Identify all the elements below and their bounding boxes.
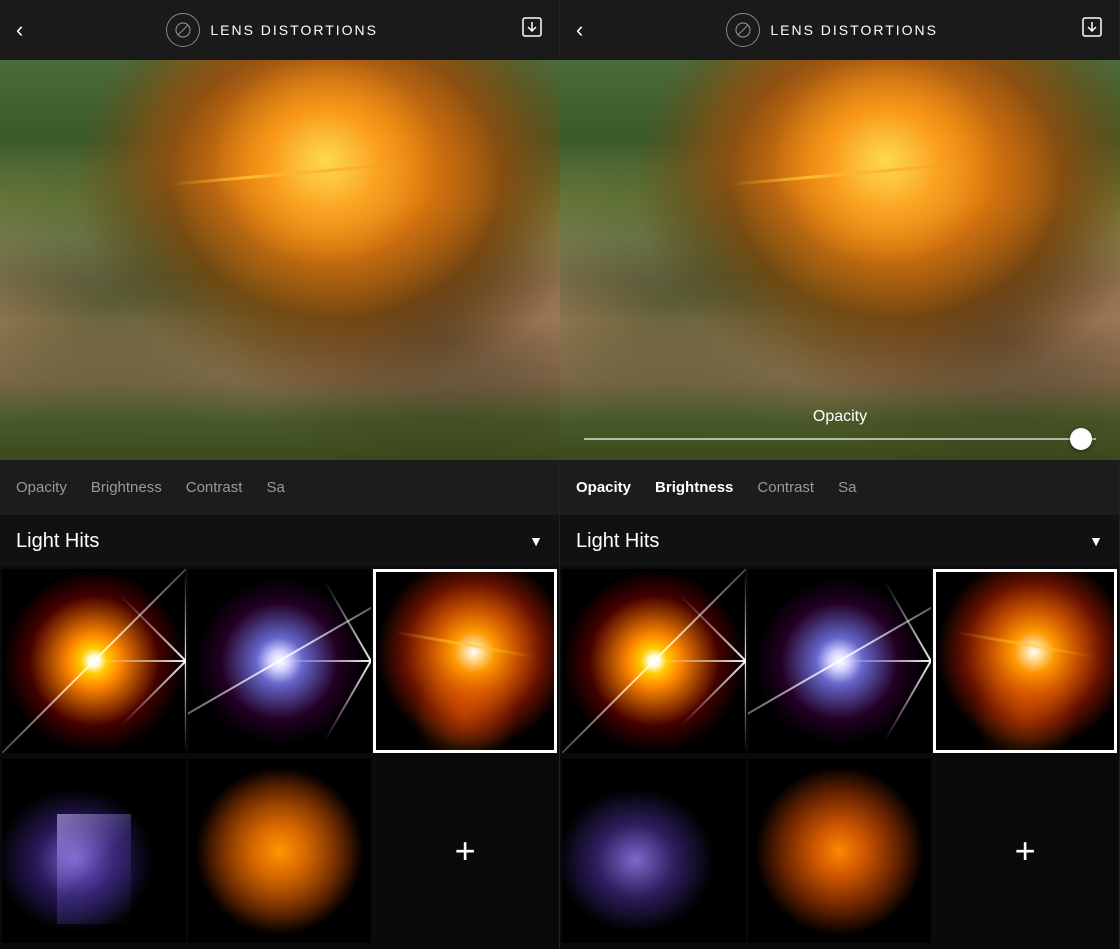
right-effect-3[interactable] (933, 569, 1117, 753)
opacity-label: Opacity (576, 408, 1104, 426)
opacity-slider-track[interactable] (584, 438, 1096, 440)
right-effect-1[interactable] (562, 569, 746, 753)
left-photo-area (0, 60, 560, 460)
right-effect-5[interactable] (748, 759, 932, 943)
right-control-brightness[interactable]: Brightness (643, 479, 745, 496)
right-effect-4[interactable] (562, 759, 746, 943)
right-controls-bar: Opacity Brightness Contrast Sa (560, 460, 1119, 515)
left-effect-1[interactable] (2, 569, 186, 753)
left-control-brightness[interactable]: Brightness (79, 479, 174, 496)
right-effect-2[interactable] (748, 569, 932, 753)
left-dropdown-icon[interactable]: ▼ (529, 533, 543, 549)
left-effects-grid: + (0, 567, 559, 949)
right-panel: ‹ LENS DISTORTIONS Opacity (560, 0, 1120, 949)
right-effect-add[interactable]: + (933, 759, 1117, 943)
left-effect-2[interactable] (188, 569, 372, 753)
left-photo-bg (0, 60, 560, 460)
left-logo-icon (166, 13, 200, 47)
left-light-hits-section: Light Hits ▼ + (0, 515, 559, 949)
left-header: ‹ LENS DISTORTIONS (0, 0, 559, 60)
left-light-hits-header[interactable]: Light Hits ▼ (0, 515, 559, 567)
left-back-button[interactable]: ‹ (16, 19, 23, 41)
opacity-overlay: Opacity (560, 392, 1120, 460)
left-panel: ‹ LENS DISTORTIONS Opacity Brightness Co… (0, 0, 560, 949)
left-effect-5[interactable] (188, 759, 372, 943)
left-control-contrast[interactable]: Contrast (174, 479, 255, 496)
left-light-hits-title: Light Hits (16, 530, 99, 553)
right-effects-grid: + (560, 567, 1119, 949)
right-light-hits-header[interactable]: Light Hits ▼ (560, 515, 1119, 567)
left-effect-4[interactable] (2, 759, 186, 943)
right-add-icon: + (1015, 833, 1036, 869)
right-logo-icon (726, 13, 760, 47)
right-light-hits-section: Light Hits ▼ + (560, 515, 1119, 949)
left-control-opacity[interactable]: Opacity (4, 479, 79, 496)
left-download-button[interactable] (521, 16, 543, 44)
right-back-button[interactable]: ‹ (576, 19, 583, 41)
right-light-hits-title: Light Hits (576, 530, 659, 553)
right-photo-area: Opacity (560, 60, 1120, 460)
left-controls-bar: Opacity Brightness Contrast Sa (0, 460, 559, 515)
right-header-center: LENS DISTORTIONS (726, 13, 938, 47)
right-download-button[interactable] (1081, 16, 1103, 44)
left-effect-3[interactable] (373, 569, 557, 753)
right-control-opacity[interactable]: Opacity (564, 479, 643, 496)
left-add-icon: + (455, 833, 476, 869)
left-header-center: LENS DISTORTIONS (166, 13, 378, 47)
opacity-slider-thumb[interactable] (1070, 428, 1092, 450)
left-app-title: LENS DISTORTIONS (210, 22, 378, 38)
right-dropdown-icon[interactable]: ▼ (1089, 533, 1103, 549)
left-effect-add[interactable]: + (373, 759, 557, 943)
right-control-contrast[interactable]: Contrast (745, 479, 826, 496)
left-control-saturation[interactable]: Sa (254, 479, 296, 496)
right-control-saturation[interactable]: Sa (826, 479, 868, 496)
right-app-title: LENS DISTORTIONS (770, 22, 938, 38)
right-header: ‹ LENS DISTORTIONS (560, 0, 1119, 60)
